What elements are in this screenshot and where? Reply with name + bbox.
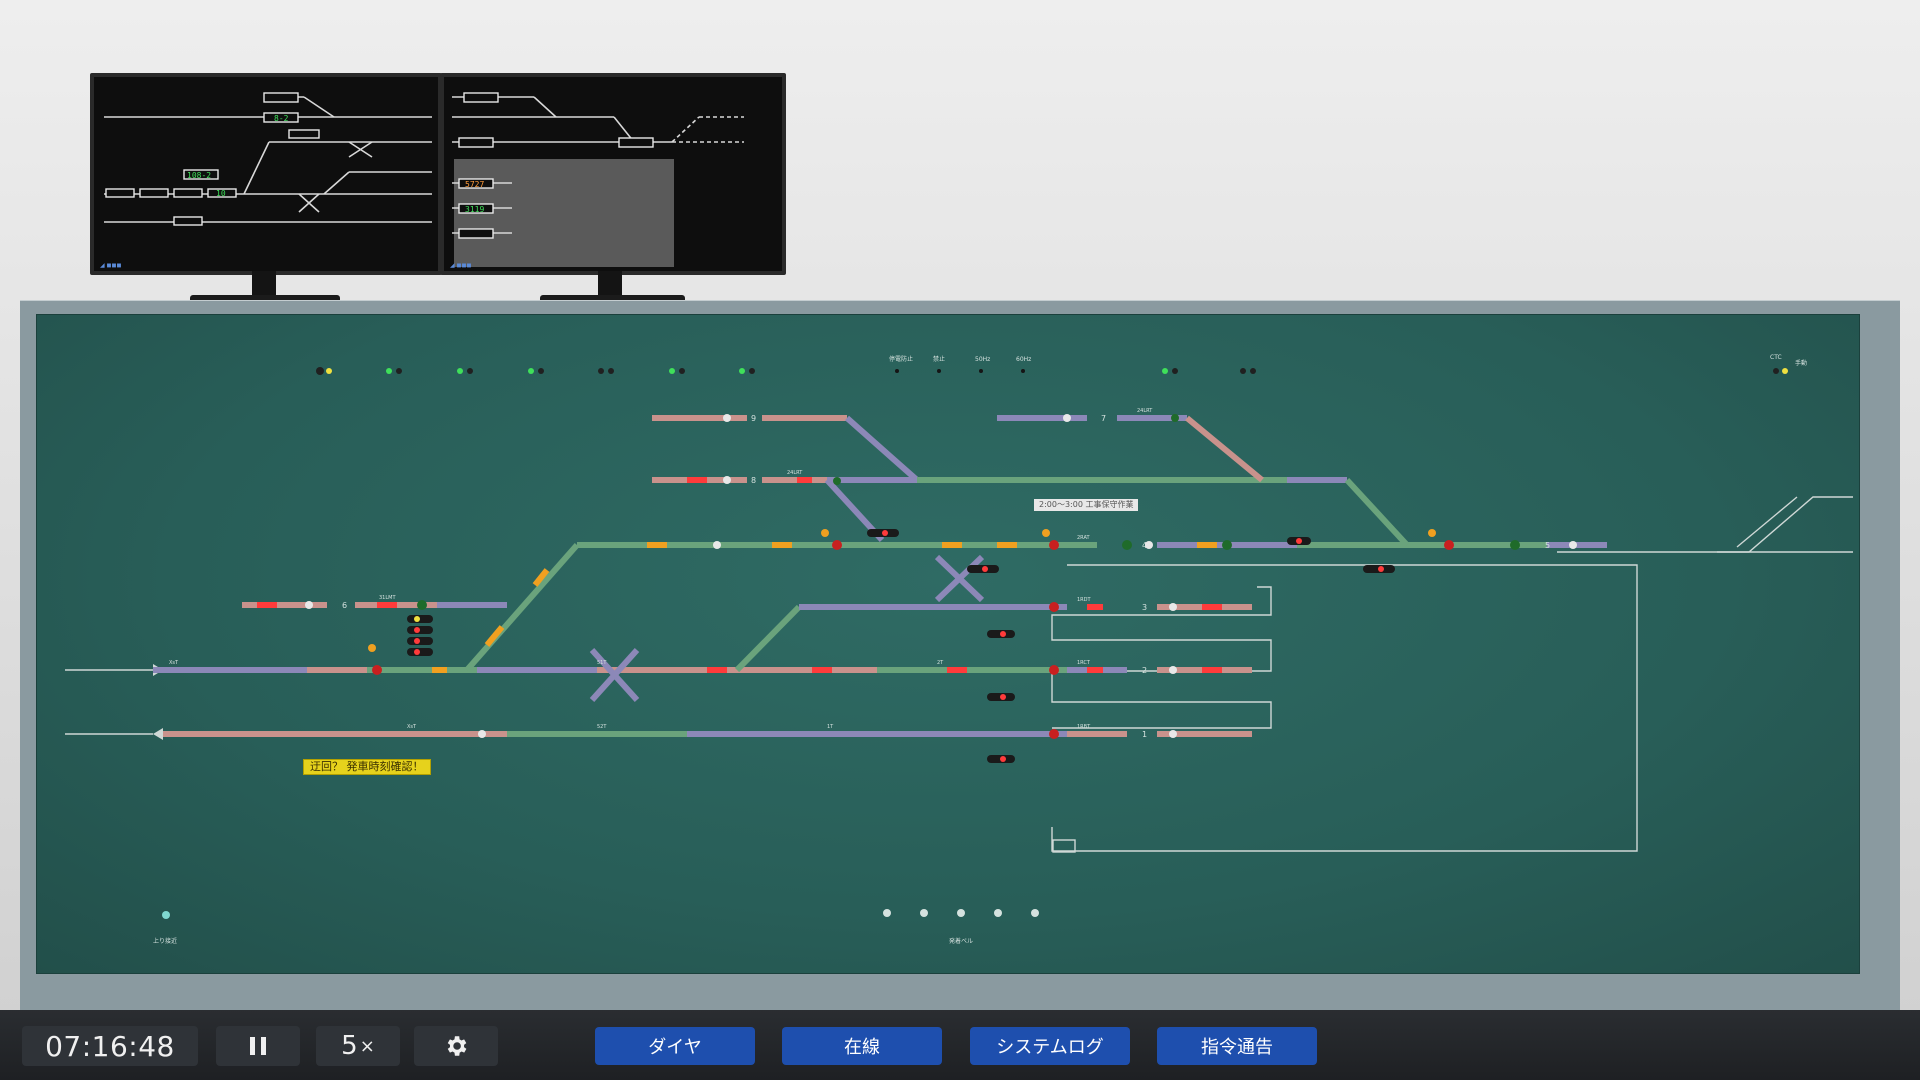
settings-button[interactable] (414, 1026, 498, 1066)
pause-icon (246, 1034, 270, 1058)
clock-display: 07:16:48 (22, 1026, 198, 1066)
track-id-1rct: 1RCT (1077, 660, 1091, 666)
label-prohibit: 禁止 (933, 355, 945, 363)
label-departure-bell: 発着ベル (949, 937, 973, 945)
right-monitor-neck (598, 271, 622, 297)
gear-icon (443, 1033, 469, 1059)
on-line-button[interactable]: 在線 (782, 1027, 942, 1065)
label-50hz: 50Hz (975, 356, 990, 363)
track-label-8: 8 (751, 476, 756, 485)
track-id-2rat: 2RAT (1077, 535, 1090, 541)
system-log-button[interactable]: システムログ (970, 1027, 1130, 1065)
track-id-up-out: XsT (407, 724, 417, 730)
down-arrow-icon (153, 728, 163, 740)
monitor-logo: ◢ ◼◼◼ (100, 262, 121, 269)
monitor-logo: ◢ ◼◼◼ (450, 262, 471, 269)
track-id-2t: 2T (937, 660, 944, 666)
track-label-7: 7 (1101, 414, 1106, 423)
track-id-52t: 52T (597, 724, 607, 730)
track-id-up-in: XsT (169, 660, 179, 666)
label-manual: 手動 (1795, 359, 1807, 367)
yard-outlines (65, 497, 1853, 852)
signal-board: 停電防止 禁止 50Hz 60Hz CTC 手動 上り接近 発着ベル (36, 314, 1860, 974)
speed-value: 5 (341, 1031, 358, 1061)
track-id-1t: 1T (827, 724, 834, 730)
left-monitor-neck (252, 271, 276, 297)
speed-button[interactable]: 5× (316, 1026, 400, 1066)
speed-suffix: × (360, 1036, 375, 1057)
track-diagram: 停電防止 禁止 50Hz 60Hz CTC 手動 上り接近 発着ベル (37, 315, 1859, 973)
track-id-24lt: 24LRT (787, 470, 803, 476)
right-monitor: 5727 3119 ◢ ◼◼◼ (440, 73, 786, 275)
detour-notice: 迂回？ 発車時刻確認！ (303, 759, 431, 775)
label-stop-prevent: 停電防止 (889, 355, 913, 363)
left-monitor: 8-2 108-2 10 ◢ ◼◼◼ (90, 73, 442, 275)
label-60hz: 60Hz (1016, 356, 1031, 363)
label-ctc: CTC (1770, 354, 1782, 361)
track-label-1: 1 (1142, 730, 1147, 739)
left-monitor-train-2: 108-2 (187, 171, 211, 180)
right-monitor-train-2: 3119 (465, 205, 484, 214)
right-monitor-diagram: 5727 3119 (444, 77, 782, 271)
dispatch-notice-button[interactable]: 指令通告 (1157, 1027, 1317, 1065)
track-id-7: 24LRT (1137, 408, 1153, 414)
track-label-2: 2 (1142, 666, 1147, 675)
track-label-3: 3 (1142, 603, 1147, 612)
indicator-lamps (316, 367, 1788, 375)
track-label-6: 6 (342, 601, 347, 610)
pause-button[interactable] (216, 1026, 300, 1066)
diagram-button[interactable]: ダイヤ (595, 1027, 755, 1065)
track-id-31lmt: 31LMT (379, 595, 396, 601)
track-label-5: 5 (1545, 541, 1550, 550)
left-monitor-train-1: 8-2 (274, 114, 289, 123)
track-segments (153, 418, 1607, 734)
track-label-9: 9 (751, 414, 756, 423)
left-monitor-diagram: 8-2 108-2 10 (94, 77, 438, 271)
bell-levers[interactable] (883, 909, 1039, 917)
right-monitor-train-1: 5727 (465, 180, 484, 189)
approach-lamp (162, 911, 170, 919)
label-up-approach: 上り接近 (153, 937, 177, 945)
track-id-1rdt: 1RDT (1077, 597, 1092, 603)
maintenance-notice: 2:00～3:00 工事保守作業 (1034, 499, 1138, 511)
left-monitor-train-3: 10 (216, 189, 226, 198)
track-id-1rbt: 1RBT (1077, 724, 1091, 730)
track-id-51t: 51T (597, 660, 607, 666)
signal-heads[interactable] (305, 414, 1577, 739)
